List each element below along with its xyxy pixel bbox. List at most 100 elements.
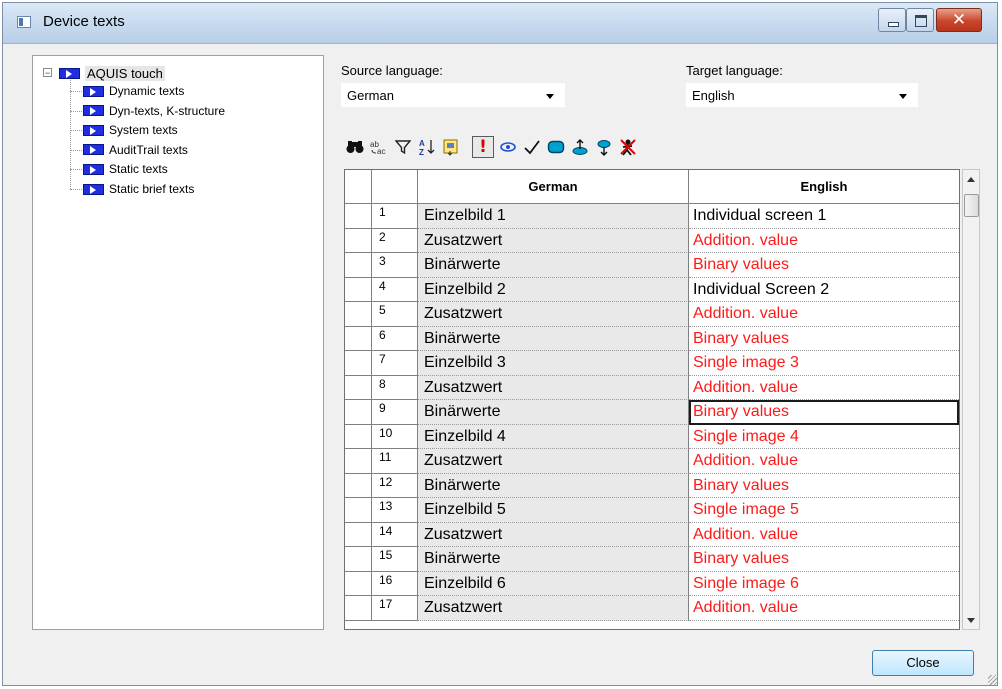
row-selector[interactable] bbox=[345, 277, 372, 302]
text-node-icon bbox=[83, 85, 104, 97]
minimize-button[interactable] bbox=[878, 8, 906, 32]
row-selector[interactable] bbox=[345, 302, 372, 327]
eye-icon[interactable] bbox=[497, 136, 519, 158]
row-selector[interactable] bbox=[345, 498, 372, 523]
tree-item[interactable]: Static texts bbox=[83, 160, 168, 178]
row-selector[interactable] bbox=[345, 204, 372, 229]
english-text-cell[interactable]: Single image 4 bbox=[689, 425, 959, 449]
close-button[interactable]: Close bbox=[872, 650, 974, 676]
tree-collapse-toggle[interactable]: − bbox=[43, 68, 52, 78]
tree-root-node[interactable]: AQUIS touch bbox=[59, 64, 165, 82]
row-selector[interactable] bbox=[345, 400, 372, 425]
row-number: 3 bbox=[372, 253, 418, 278]
table-row[interactable]: 2 Zusatzwert Addition. value bbox=[345, 228, 959, 253]
row-selector[interactable] bbox=[345, 449, 372, 474]
tree-connector-line bbox=[70, 169, 82, 171]
table-row[interactable]: 15 Binärwerte Binary values bbox=[345, 547, 959, 572]
row-selector[interactable] bbox=[345, 596, 372, 621]
close-window-button[interactable]: ✕ bbox=[936, 8, 982, 32]
tree-item[interactable]: Static brief texts bbox=[83, 180, 194, 198]
english-text-cell[interactable]: Addition. value bbox=[689, 449, 959, 474]
table-row[interactable]: 1 Einzelbild 1 Individual screen 1 bbox=[345, 204, 959, 229]
english-text-cell[interactable]: Addition. value bbox=[689, 376, 959, 400]
english-text-cell[interactable]: Binary values bbox=[689, 474, 959, 498]
table-row[interactable]: 14 Zusatzwert Addition. value bbox=[345, 522, 959, 547]
tree-item-label: Dynamic texts bbox=[109, 84, 185, 98]
english-text-cell[interactable]: Addition. value bbox=[689, 596, 959, 621]
english-text-cell[interactable]: Addition. value bbox=[689, 302, 959, 327]
row-selector[interactable] bbox=[345, 547, 372, 572]
maximize-button[interactable] bbox=[906, 8, 934, 32]
scroll-down-icon[interactable] bbox=[963, 611, 979, 629]
english-text-cell[interactable]: Binary values bbox=[689, 327, 959, 351]
english-text-cell[interactable]: Individual screen 1 bbox=[689, 204, 959, 229]
text-category-tree[interactable]: − AQUIS touch Dynamic texts Dyn-texts, K-… bbox=[32, 55, 324, 630]
english-column-header[interactable]: English bbox=[689, 170, 959, 204]
english-text-cell-editing[interactable]: Binary values bbox=[689, 400, 959, 425]
table-row[interactable]: 4 Einzelbild 2 Individual Screen 2 bbox=[345, 277, 959, 302]
table-row[interactable]: 11 Zusatzwert Addition. value bbox=[345, 449, 959, 474]
scroll-up-icon[interactable] bbox=[963, 170, 979, 188]
tree-item[interactable]: Dynamic texts bbox=[83, 82, 184, 100]
english-text-cell[interactable]: Addition. value bbox=[689, 229, 959, 253]
tree-item[interactable]: System texts bbox=[83, 121, 178, 139]
check-icon[interactable] bbox=[521, 136, 543, 158]
grid-toolbar: ab ac AZ ! bbox=[344, 135, 641, 159]
tree-item[interactable]: Dyn-texts, K-structure bbox=[83, 102, 225, 120]
table-row[interactable]: 17 Zusatzwert Addition. value bbox=[345, 596, 959, 621]
table-row[interactable]: 8 Zusatzwert Addition. value bbox=[345, 375, 959, 400]
row-selector[interactable] bbox=[345, 473, 372, 498]
row-number: 11 bbox=[372, 449, 418, 474]
upload-icon[interactable] bbox=[569, 136, 591, 158]
english-text-cell[interactable]: Single image 5 bbox=[689, 498, 959, 523]
filter-icon[interactable] bbox=[392, 136, 414, 158]
english-text-cell[interactable]: Addition. value bbox=[689, 523, 959, 547]
sort-icon[interactable]: AZ bbox=[416, 136, 438, 158]
row-selector[interactable] bbox=[345, 424, 372, 449]
scroll-thumb[interactable] bbox=[964, 194, 979, 217]
english-text: Addition. value bbox=[693, 305, 798, 322]
device-node-icon bbox=[59, 67, 80, 79]
source-language-select[interactable]: German bbox=[341, 83, 565, 107]
svg-text:Z: Z bbox=[419, 148, 424, 156]
binoculars-icon[interactable] bbox=[344, 136, 366, 158]
table-row[interactable]: 7 Einzelbild 3 Single image 3 bbox=[345, 351, 959, 376]
title-bar[interactable]: Device texts ✕ bbox=[3, 3, 997, 44]
english-text: Individual Screen 2 bbox=[693, 280, 830, 298]
table-row[interactable]: 12 Binärwerte Binary values bbox=[345, 473, 959, 498]
german-text-cell: Zusatzwert bbox=[418, 228, 689, 253]
german-column-header[interactable]: German bbox=[418, 170, 689, 204]
row-selector[interactable] bbox=[345, 351, 372, 376]
replace-icon[interactable]: ab ac bbox=[368, 136, 390, 158]
english-text-cell[interactable]: Individual Screen 2 bbox=[689, 278, 959, 302]
row-selector[interactable] bbox=[345, 228, 372, 253]
english-text-cell[interactable]: Binary values bbox=[689, 253, 959, 278]
grid-vertical-scrollbar[interactable] bbox=[962, 169, 980, 630]
resize-grip[interactable] bbox=[988, 675, 998, 685]
english-text-cell[interactable]: Binary values bbox=[689, 547, 959, 572]
english-text-cell[interactable]: Single image 3 bbox=[689, 351, 959, 376]
row-selector[interactable] bbox=[345, 571, 372, 596]
row-selector[interactable] bbox=[345, 326, 372, 351]
pin-icon[interactable] bbox=[593, 136, 615, 158]
tree-connector-line bbox=[70, 78, 71, 189]
row-selector[interactable] bbox=[345, 375, 372, 400]
english-text-cell[interactable]: Single image 6 bbox=[689, 572, 959, 596]
target-language-select[interactable]: English bbox=[686, 83, 918, 107]
table-row[interactable]: 16 Einzelbild 6 Single image 6 bbox=[345, 571, 959, 596]
export-icon[interactable] bbox=[440, 136, 462, 158]
translation-grid[interactable]: German English 1 Einzelbild 1 Individual s… bbox=[344, 169, 960, 630]
tree-item[interactable]: AuditTrail texts bbox=[83, 141, 188, 159]
table-row[interactable]: 3 Binärwerte Binary values bbox=[345, 253, 959, 278]
table-row[interactable]: 10 Einzelbild 4 Single image 4 bbox=[345, 424, 959, 449]
rounded-rect-icon[interactable] bbox=[545, 136, 567, 158]
table-row[interactable]: 9 Binärwerte Binary values bbox=[345, 400, 959, 425]
exclamation-icon[interactable]: ! bbox=[472, 136, 494, 158]
table-row[interactable]: 6 Binärwerte Binary values bbox=[345, 326, 959, 351]
table-row[interactable]: 5 Zusatzwert Addition. value bbox=[345, 302, 959, 327]
row-selector[interactable] bbox=[345, 522, 372, 547]
table-row[interactable]: 13 Einzelbild 5 Single image 5 bbox=[345, 498, 959, 523]
cross-icon[interactable] bbox=[617, 136, 639, 158]
close-x-icon: ✕ bbox=[951, 10, 967, 30]
row-selector[interactable] bbox=[345, 253, 372, 278]
